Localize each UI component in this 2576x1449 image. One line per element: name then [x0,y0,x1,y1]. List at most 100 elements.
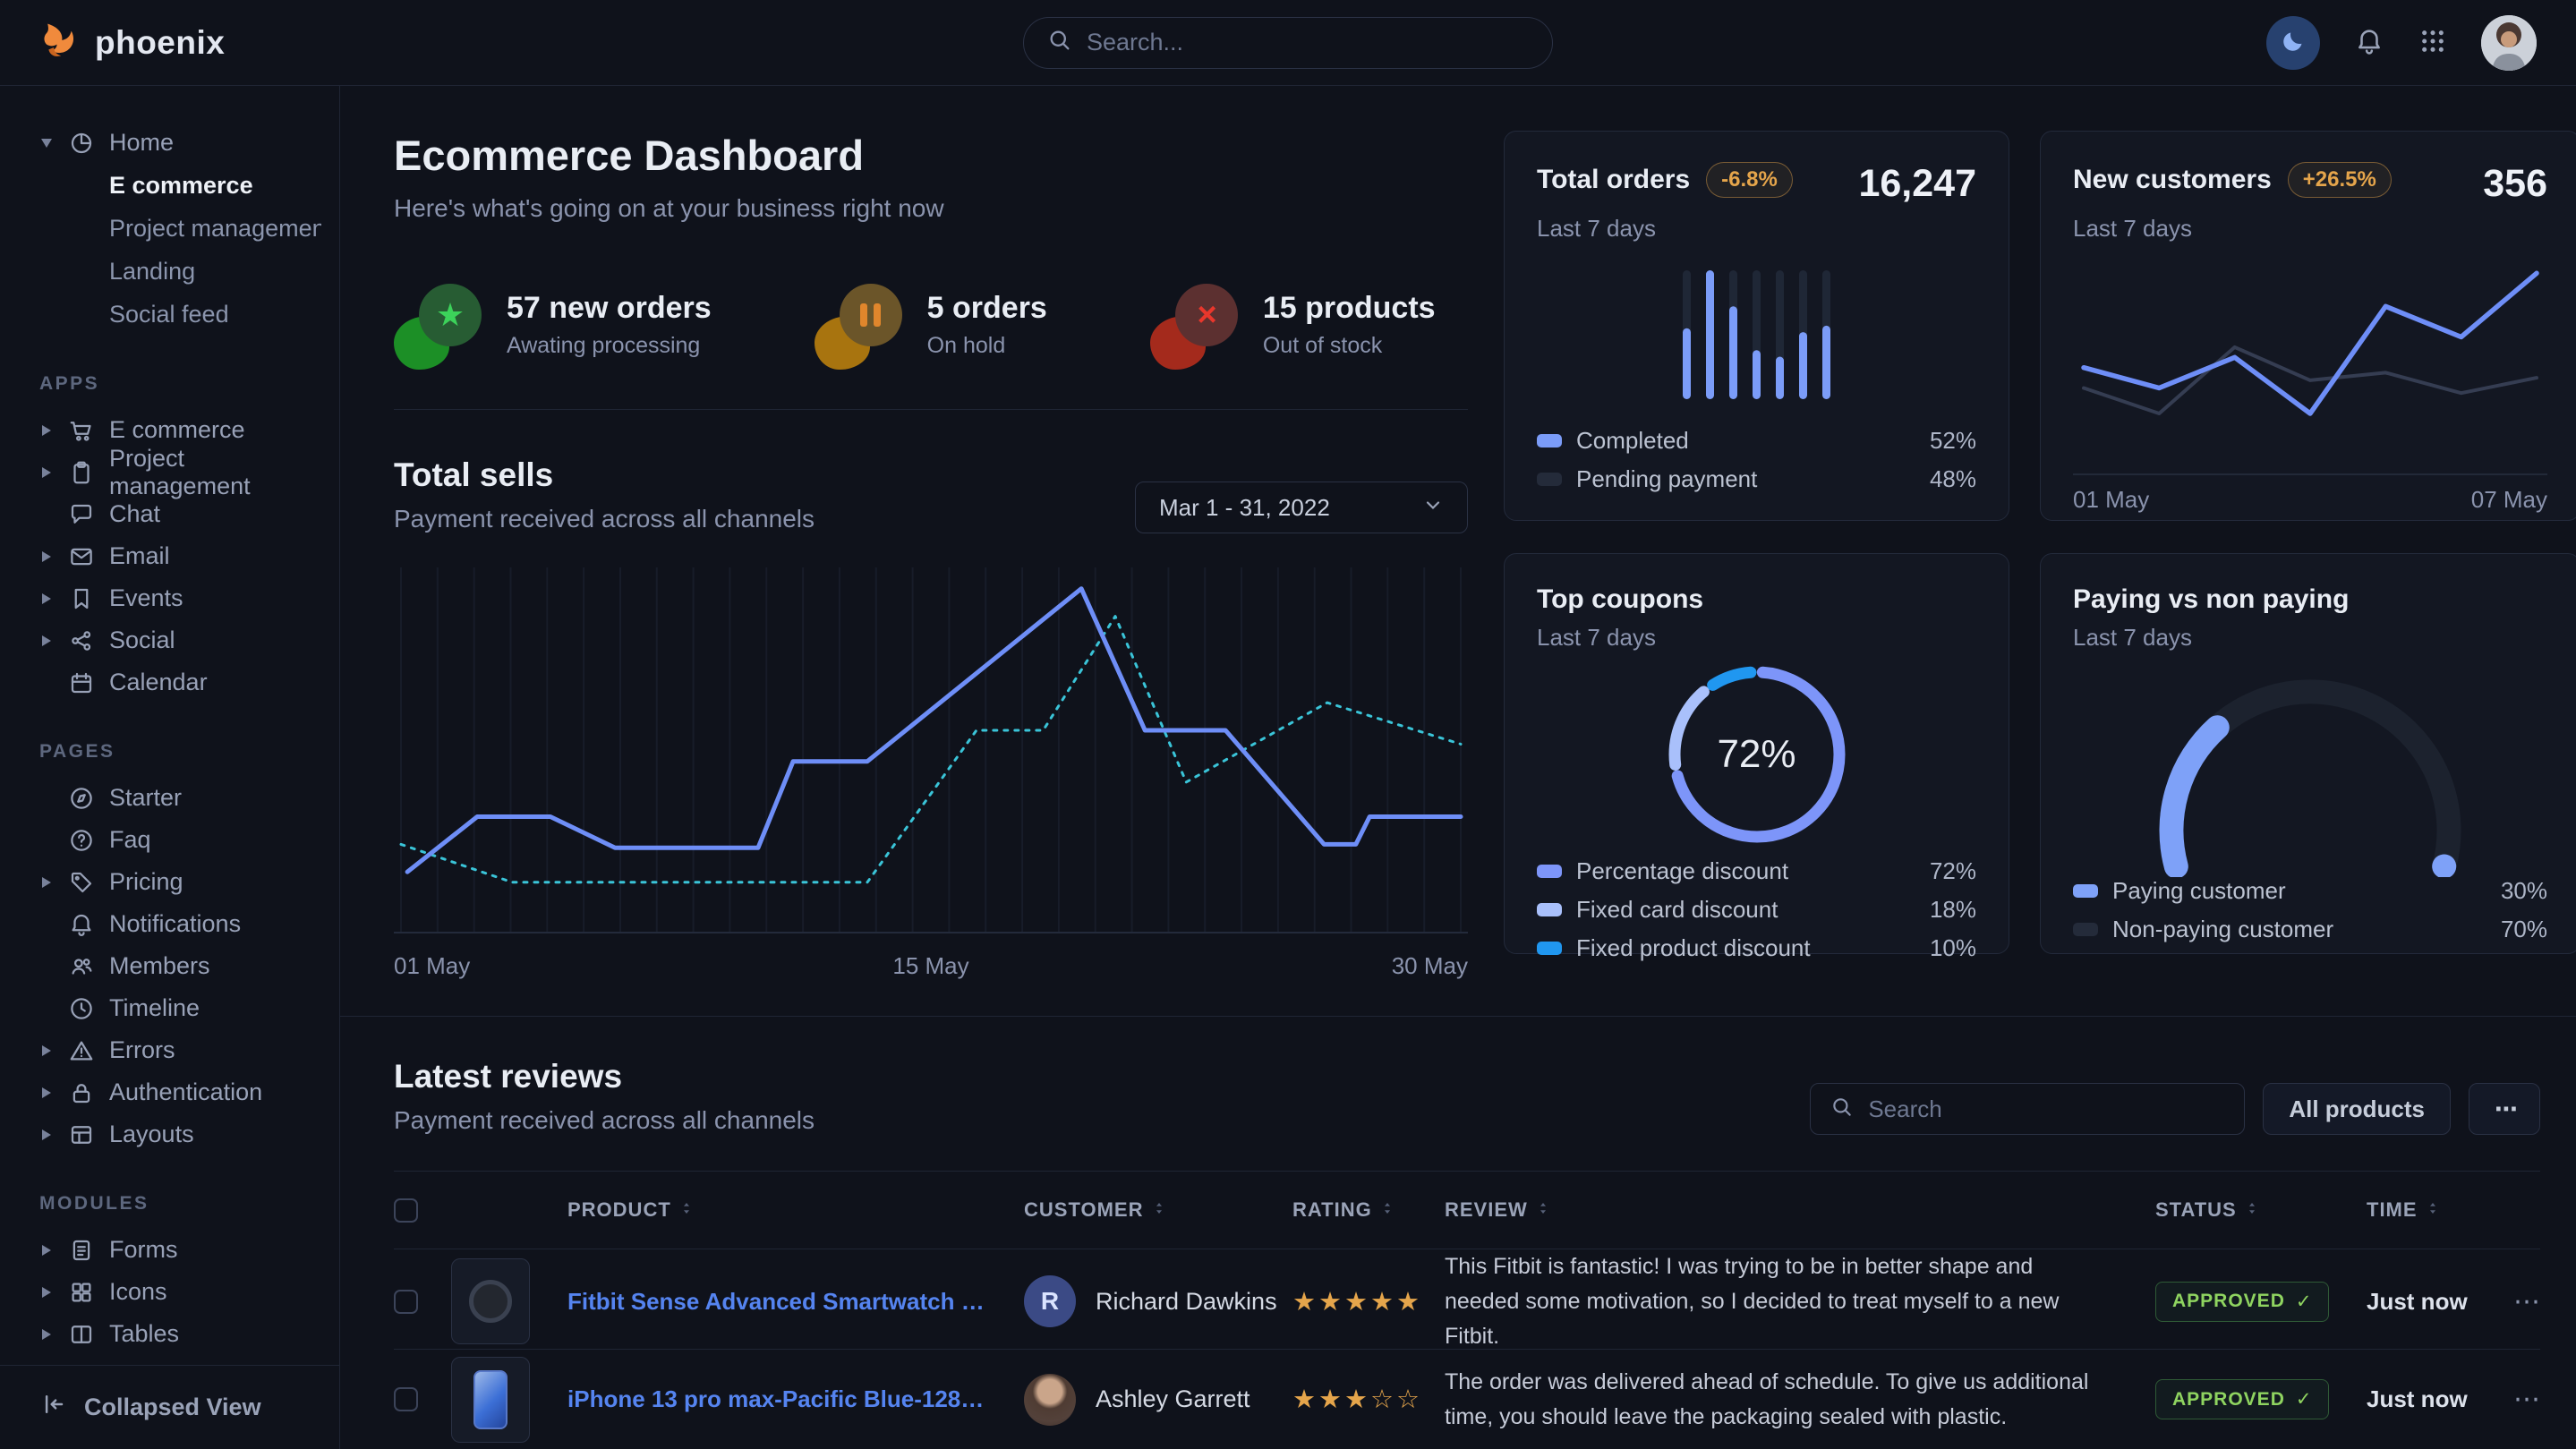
sidebar-item-label: Layouts [109,1121,194,1148]
product-link[interactable]: iPhone 13 pro max-Pacific Blue-128GB sto… [567,1385,1024,1413]
sidebar-item-social[interactable]: Social [39,619,321,661]
donut-center-value: 72% [1537,652,1976,857]
new-customers-card: New customers +26.5% 356 Last 7 days 01 … [2040,131,2576,521]
sidebar-item-label: Forms [109,1236,178,1264]
axis-label: 01 May [394,952,470,980]
select-all-checkbox[interactable] [394,1198,418,1223]
notifications-button[interactable] [2354,26,2384,59]
collapse-left-icon [39,1391,66,1424]
caret-right-icon [39,1245,54,1256]
sidebar-subitem-social-feed[interactable]: Social feed [39,293,321,336]
sidebar-item-members[interactable]: Members [39,945,321,987]
sidebar-nav: Home E commerceProject managementLanding… [0,86,339,1365]
legend-label: Fixed product discount [1576,934,1811,962]
legend-swatch [2073,884,2098,898]
rating-stars: ★★★★★ [1292,1286,1445,1317]
reviews-more-button[interactable]: ⋯ [2469,1083,2540,1135]
stat-caption: Out of stock [1263,333,1436,359]
customer-name: Ashley Garrett [1096,1385,1250,1413]
date-range-select[interactable]: Mar 1 - 31, 2022 [1135,482,1468,533]
sidebar-section-label: PAGES [39,741,321,763]
column-header-rating[interactable]: RATING [1292,1198,1445,1222]
row-checkbox[interactable] [394,1387,418,1411]
stat-caption: On hold [927,333,1047,359]
reviews-search-input[interactable] [1868,1095,2224,1123]
sidebar-subitem-landing[interactable]: Landing [39,250,321,293]
axis-label: 30 May [1392,952,1468,980]
product-thumbnail[interactable] [451,1357,530,1443]
legend-value: 18% [1930,896,1976,924]
row-actions-button[interactable]: ⋯ [2501,1384,2540,1415]
column-header-time[interactable]: TIME [2367,1198,2501,1222]
reviews-search[interactable] [1810,1083,2245,1135]
row-actions-button[interactable]: ⋯ [2501,1286,2540,1317]
pause-stat-icon [815,278,904,371]
status-badge: APPROVED✓ [2155,1282,2329,1322]
caret-right-icon [39,467,54,478]
sidebar-item-label: Project management [109,445,321,500]
brand[interactable]: phoenix [39,20,225,65]
apps-grid-button[interactable] [2418,27,2447,58]
status-badge: APPROVED✓ [2155,1379,2329,1419]
total-orders-legend: Completed 52% Pending payment 48% [1537,427,1976,493]
row-checkbox[interactable] [394,1290,418,1314]
sidebar-item-authentication[interactable]: Authentication [39,1071,321,1113]
legend-value: 30% [2501,877,2547,905]
sidebar-item-forms[interactable]: Forms [39,1229,321,1271]
collapsed-view-toggle[interactable]: Collapsed View [0,1365,339,1449]
user-avatar[interactable] [2481,15,2537,71]
sort-icon [678,1198,695,1222]
column-header-product[interactable]: PRODUCT [567,1198,1024,1222]
sidebar-section-label: MODULES [39,1193,321,1215]
legend-label: Non-paying customer [2112,916,2333,943]
sidebar-item-starter[interactable]: Starter [39,777,321,819]
theme-toggle-button[interactable] [2266,16,2320,70]
sort-icon [1535,1198,1551,1222]
column-header-status[interactable]: STATUS [2155,1198,2367,1222]
sidebar-item-faq[interactable]: Faq [39,819,321,861]
sidebar-item-tables[interactable]: Tables [39,1313,321,1355]
column-header-customer[interactable]: CUSTOMER [1024,1198,1292,1222]
caret-down-icon [39,139,54,148]
column-header-review[interactable]: REVIEW [1445,1198,2155,1222]
sidebar-item-email[interactable]: Email [39,535,321,577]
sidebar-item-notifications[interactable]: Notifications [39,903,321,945]
sidebar-item-layouts[interactable]: Layouts [39,1113,321,1155]
review-text: This Fitbit is fantastic! I was trying t… [1445,1249,2155,1353]
sidebar-item-icons[interactable]: Icons [39,1271,321,1313]
review-time: Just now [2367,1385,2501,1413]
cart-icon [68,417,95,444]
sidebar-item-home[interactable]: Home [39,122,321,164]
sidebar-item-errors[interactable]: Errors [39,1029,321,1071]
kpi-cards: Total orders -6.8% 16,247 Last 7 days Co… [1504,131,2576,980]
legend-label: Paying customer [2112,877,2286,905]
sidebar-item-calendar[interactable]: Calendar [39,661,321,703]
global-search-input[interactable] [1087,29,1529,56]
paying-period: Last 7 days [2073,624,2547,652]
new-customers-x-axis: 01 May 07 May [2073,486,2547,514]
global-search[interactable] [1023,17,1553,69]
sidebar-item-events[interactable]: Events [39,577,321,619]
product-thumbnail[interactable] [451,1258,530,1344]
sidebar-item-label: Authentication [109,1078,262,1106]
legend-value: 48% [1930,465,1976,493]
axis-label: 01 May [2073,486,2149,514]
axis-label: 07 May [2471,486,2547,514]
sidebar-item-pricing[interactable]: Pricing [39,861,321,903]
envelope-icon [68,543,95,570]
product-link[interactable]: Fitbit Sense Advanced Smartwatch with To… [567,1288,1024,1316]
clipboard-icon [68,459,95,486]
paying-legend: Paying customer 30% Non-paying customer … [2073,877,2547,943]
bookmark-icon [68,585,95,612]
sidebar-item-components[interactable]: Components [39,1355,321,1365]
reviews-table-header: PRODUCT CUSTOMER RATING REVIEW STATUS TI… [394,1171,2540,1249]
sidebar-item-label: Events [109,584,183,612]
sidebar-subitem-project-management[interactable]: Project management [39,207,321,250]
legend-label: Percentage discount [1576,857,1788,885]
date-range-value: Mar 1 - 31, 2022 [1159,494,1330,522]
sidebar-item-project-management[interactable]: Project management [39,451,321,493]
sidebar-subitem-e-commerce[interactable]: E commerce [39,164,321,207]
sidebar-item-timeline[interactable]: Timeline [39,987,321,1029]
legend-value: 70% [2501,916,2547,943]
all-products-button[interactable]: All products [2263,1083,2451,1135]
